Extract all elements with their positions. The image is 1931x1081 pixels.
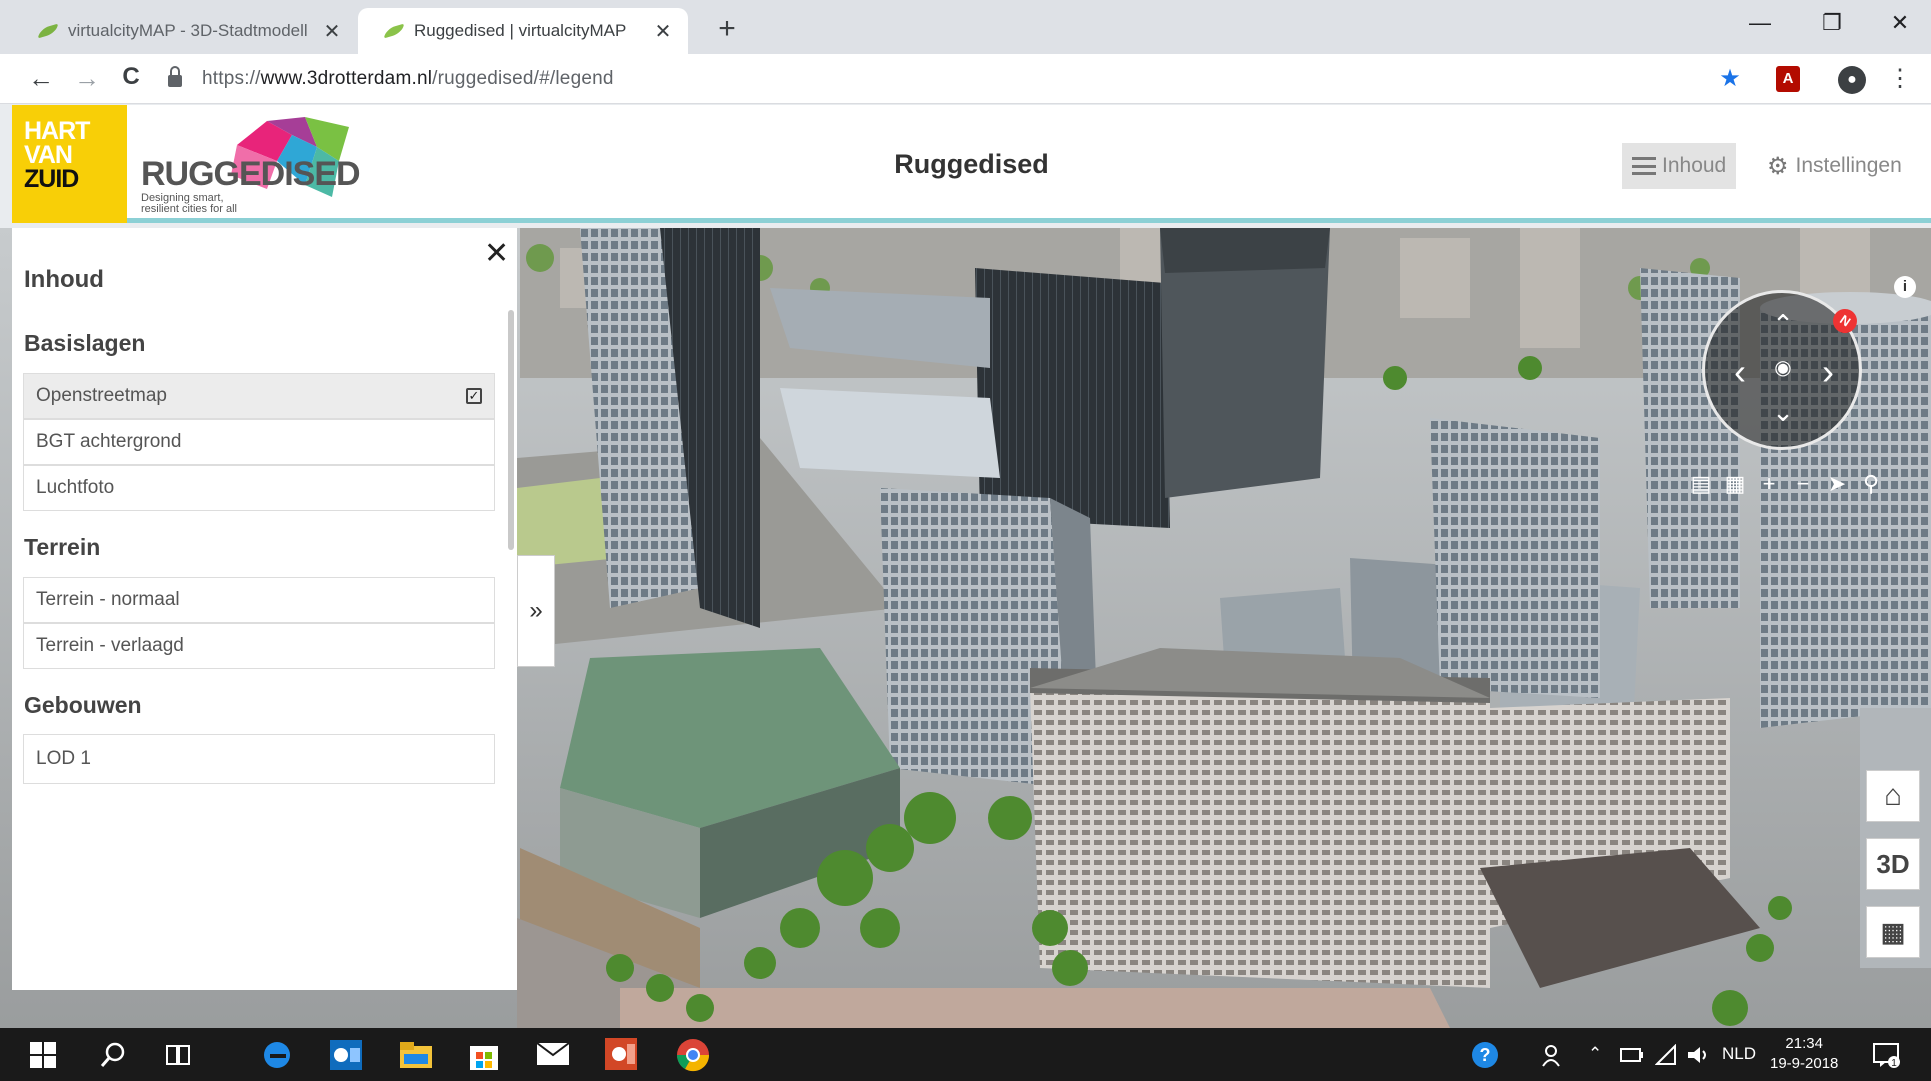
inhoud-button[interactable]: Inhoud: [1622, 143, 1737, 189]
task-view-icon[interactable]: [165, 1042, 191, 1068]
new-tab-button[interactable]: +: [712, 12, 742, 46]
ruggedised-logo: RUGGEDISED Designing smart, resilient cit…: [127, 113, 377, 215]
layer-item-terrein-verlaagd[interactable]: Terrein - verlaagd: [23, 623, 495, 669]
svg-text:?: ?: [1480, 1045, 1491, 1065]
layer-label: BGT achtergrond: [36, 431, 182, 452]
screen: { "browser": { "tabs": [ {"title": "virt…: [0, 0, 1931, 1081]
address-bar[interactable]: https://www.3drotterdam.nl/ruggedised/#/…: [168, 61, 1748, 97]
mail-icon[interactable]: [536, 1042, 570, 1066]
rotate-left-button[interactable]: ‹: [1725, 351, 1755, 393]
windows-taskbar: ? ⌃ NLD 21:34 19-9-2018 1: [0, 1028, 1931, 1081]
locate-icon[interactable]: ➤: [1820, 468, 1854, 500]
outlook-icon[interactable]: [330, 1040, 362, 1070]
battery-icon[interactable]: [1620, 1048, 1644, 1062]
tab-close-icon[interactable]: ✕: [321, 19, 343, 44]
section-terrein: Terrein: [24, 534, 101, 560]
ruggedised-wordmark: RUGGEDISED: [141, 155, 361, 193]
zoom-in-button[interactable]: +: [1752, 468, 1786, 500]
section-gebouwen: Gebouwen: [24, 692, 142, 718]
section-basislagen: Basislagen: [24, 330, 146, 356]
clock-time: 21:34: [1785, 1035, 1823, 1052]
language-indicator[interactable]: NLD: [1722, 1044, 1756, 1064]
tab-title: virtualcityMAP - 3D-Stadtmodell: [68, 21, 308, 40]
3d-toggle-button[interactable]: 3D: [1866, 838, 1920, 890]
layer-item-terrein-normaal[interactable]: Terrein - normaal: [23, 577, 495, 623]
layer-label: Openstreetmap: [36, 385, 167, 406]
sidebar-toggle-button[interactable]: »: [517, 555, 555, 667]
reload-button[interactable]: C: [114, 63, 148, 91]
layer-item-lod-1[interactable]: LOD 1: [23, 734, 495, 784]
layer-label: LOD 1: [36, 748, 91, 769]
lock-icon: [168, 66, 182, 87]
layer-label: Luchtfoto: [36, 477, 115, 498]
layer-label: Terrein - normaal: [36, 589, 180, 610]
tray-chevron-icon[interactable]: ⌃: [1588, 1044, 1602, 1064]
layer-item-luchtfoto[interactable]: Luchtfoto: [23, 465, 495, 511]
ruggedised-favicon-icon: [383, 23, 405, 39]
volume-icon[interactable]: [1686, 1044, 1710, 1066]
grid-tool-icon[interactable]: ▦: [1718, 468, 1752, 500]
pdf-extension-icon[interactable]: A: [1776, 66, 1800, 92]
map-toolbar: ▤ ▦ + − ➤ ⚲: [1684, 468, 1888, 500]
bookmark-star-icon[interactable]: ★: [1714, 64, 1746, 93]
edge-browser-icon[interactable]: [262, 1038, 292, 1072]
file-explorer-icon[interactable]: [400, 1042, 432, 1068]
windows-start-icon[interactable]: [30, 1042, 56, 1076]
app-header: HART VAN ZUID RUGGEDISED Designing smart…: [12, 105, 1931, 223]
forward-button[interactable]: →: [70, 63, 104, 94]
powerpoint-icon[interactable]: [605, 1038, 637, 1070]
tab-title: Ruggedised | virtualcityMAP: [414, 21, 627, 40]
layers-tool-icon[interactable]: ▤: [1684, 468, 1718, 500]
rotate-right-button[interactable]: ›: [1813, 351, 1843, 393]
virtualcitymap-favicon-icon: [37, 23, 59, 39]
wifi-icon[interactable]: [1655, 1044, 1677, 1066]
account-icon[interactable]: ●: [1838, 66, 1866, 94]
minimize-button[interactable]: —: [1740, 10, 1780, 36]
clock-date: 19-9-2018: [1770, 1055, 1839, 1072]
info-button[interactable]: i: [1894, 276, 1916, 298]
browser-tab-strip: virtualcityMAP - 3D-Stadtmodell ✕ Rugged…: [0, 0, 1931, 54]
svg-text:1: 1: [1891, 1058, 1897, 1068]
sidebar-close-icon[interactable]: ✕: [484, 236, 509, 271]
store-icon[interactable]: [468, 1038, 500, 1070]
chrome-icon[interactable]: [676, 1038, 710, 1072]
zoom-out-button[interactable]: −: [1786, 468, 1820, 500]
navigation-compass[interactable]: N ⌃ ⌄ ‹ › ◉: [1702, 290, 1862, 450]
browser-tab-virtualcitymap[interactable]: virtualcityMAP - 3D-Stadtmodell ✕: [12, 8, 357, 54]
restore-button[interactable]: ❐: [1812, 10, 1852, 36]
people-icon[interactable]: [1535, 1044, 1561, 1068]
home-button[interactable]: ⌂: [1866, 770, 1920, 822]
settings-button[interactable]: ⚙ Instellingen: [1757, 143, 1912, 189]
help-icon[interactable]: ?: [1470, 1040, 1500, 1070]
inhoud-button-label: Inhoud: [1662, 154, 1727, 177]
checkbox-checked-icon[interactable]: ✓: [466, 388, 482, 404]
notifications-icon[interactable]: 1: [1872, 1042, 1900, 1068]
hart-van-zuid-logo: HART VAN ZUID: [12, 105, 127, 223]
layer-sidebar: ✕ Inhoud Basislagen Openstreetmap ✓ BGT …: [12, 228, 517, 990]
sidebar-heading: Inhoud: [24, 266, 104, 293]
browser-tab-ruggedised[interactable]: Ruggedised | virtualcityMAP ✕: [358, 8, 688, 54]
settings-button-label: Instellingen: [1795, 154, 1902, 177]
layer-label: Terrein - verlaagd: [36, 635, 184, 656]
browser-menu-icon[interactable]: ⋮: [1884, 64, 1916, 93]
url-text: https://www.3drotterdam.nl/ruggedised/#/…: [202, 68, 614, 89]
menu-icon: [1632, 157, 1656, 175]
gear-icon: ⚙: [1767, 152, 1789, 180]
grid-view-button[interactable]: ▦: [1866, 906, 1920, 958]
layer-item-openstreetmap[interactable]: Openstreetmap ✓: [23, 373, 495, 419]
search-icon[interactable]: [100, 1042, 126, 1068]
back-button[interactable]: ←: [24, 63, 58, 94]
layer-item-bgt-achtergrond[interactable]: BGT achtergrond: [23, 419, 495, 465]
browser-toolbar: ← → C https://www.3drotterdam.nl/ruggedi…: [0, 54, 1931, 104]
tilt-down-button[interactable]: ⌄: [1768, 397, 1798, 428]
tab-close-icon[interactable]: ✕: [652, 19, 674, 44]
pedestrian-icon[interactable]: ⚲: [1854, 468, 1888, 500]
eye-icon[interactable]: ◉: [1768, 355, 1798, 380]
tilt-up-button[interactable]: ⌃: [1768, 309, 1798, 340]
window-close-button[interactable]: ✕: [1880, 10, 1920, 36]
sidebar-scrollbar[interactable]: [508, 310, 514, 550]
ruggedised-tagline: Designing smart, resilient cities for all: [141, 192, 237, 215]
taskbar-clock[interactable]: 21:34 19-9-2018: [1770, 1034, 1838, 1074]
